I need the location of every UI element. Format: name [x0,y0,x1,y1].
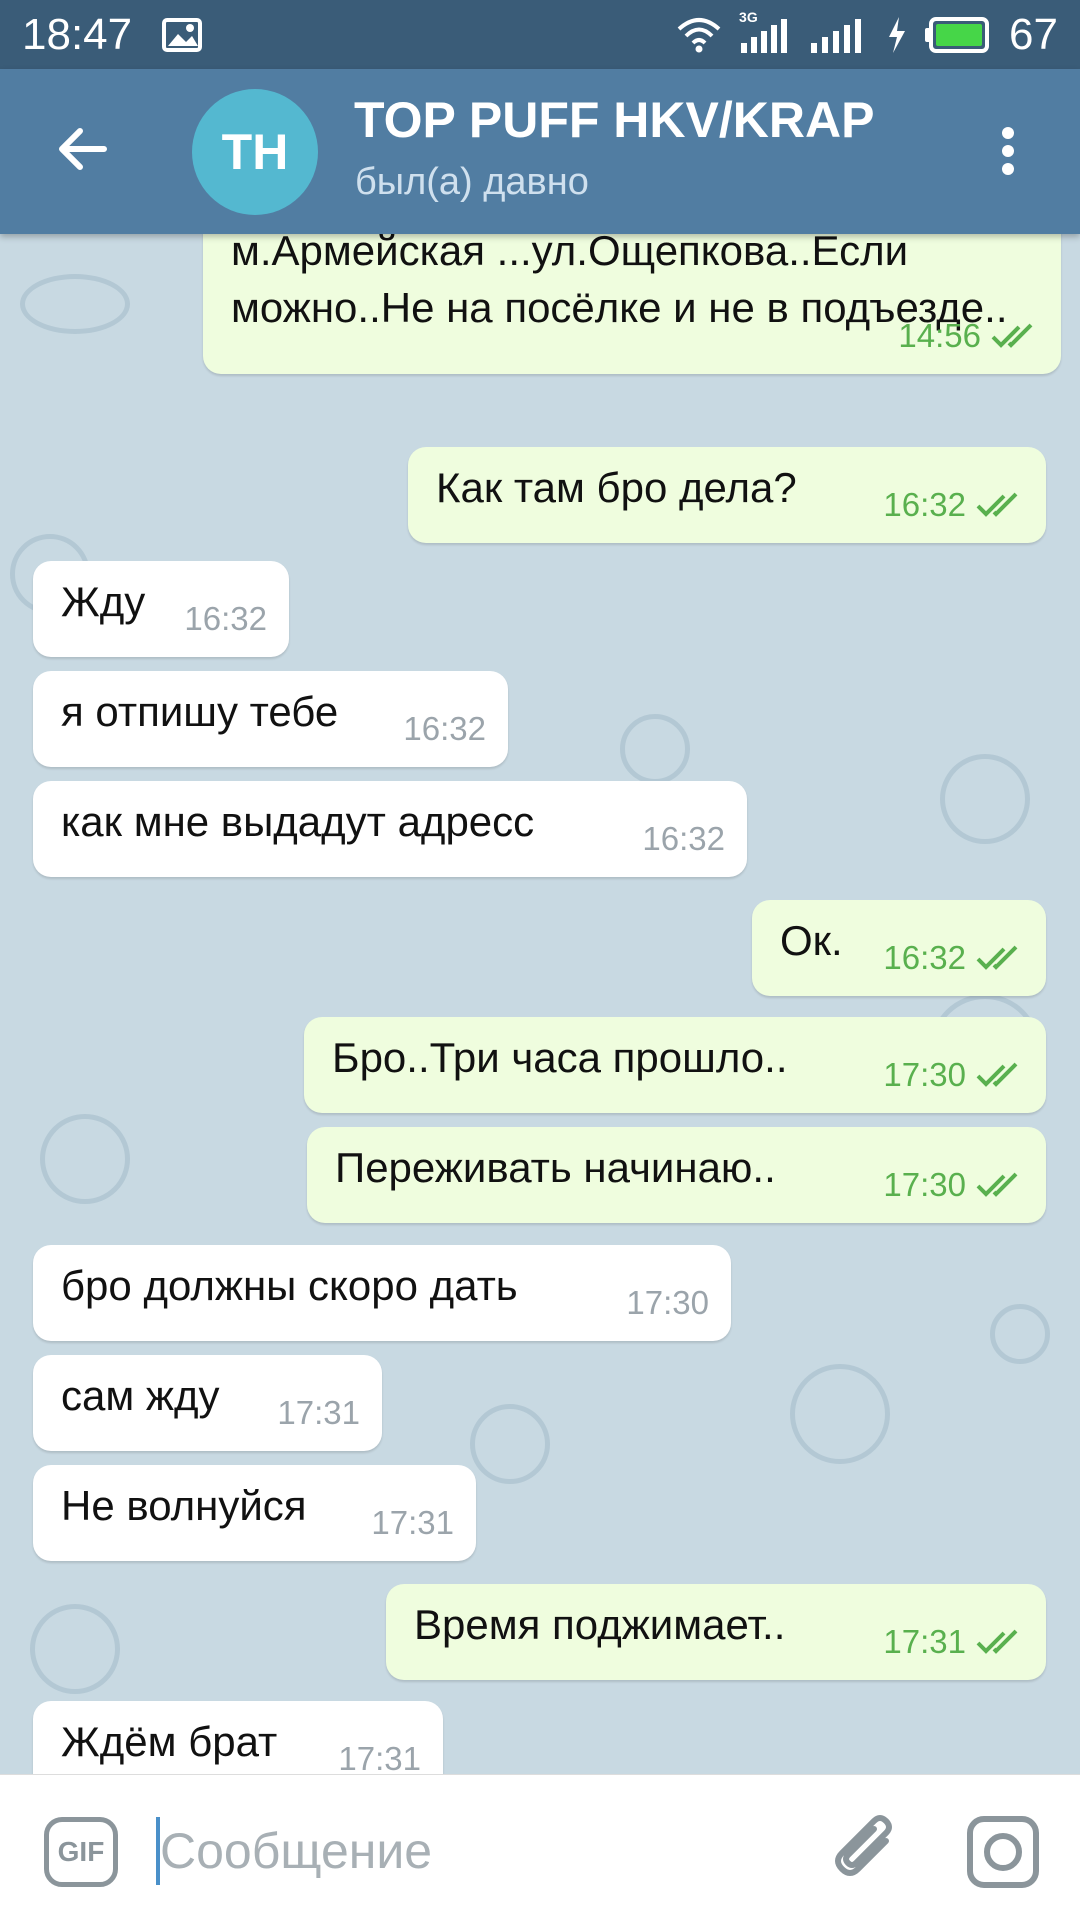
message-text: Ждём брат [61,1718,278,1765]
message-time: 16:32 [883,486,966,523]
message-text: Переживать начинаю.. [335,1144,776,1191]
background-pattern [990,1304,1050,1364]
message-composer: GIF [0,1774,1080,1920]
chat-title[interactable]: TOP PUFF HKV/KRAP [354,91,874,149]
message-time: 17:31 [277,1394,360,1431]
message-bubble-outgoing[interactable]: Ок. 16:32 [752,900,1046,996]
status-time: 18:47 [22,9,133,59]
back-button[interactable] [52,117,116,181]
message-text: Время поджимает.. [414,1601,786,1648]
signal-icon: 3G [739,9,791,55]
message-bubble-outgoing[interactable]: м.Армейская ...ул.Ощепкова..Если можно..… [203,234,1061,374]
background-pattern [20,274,130,334]
background-pattern [790,1364,890,1464]
background-pattern [40,1114,130,1204]
message-bubble-incoming[interactable]: Не волнуйся 17:31 [33,1465,476,1561]
message-text: Как там бро дела? [436,464,797,511]
message-bubble-incoming[interactable]: Ждём брат 17:31 [33,1701,443,1774]
message-bubble-incoming[interactable]: бро должны скоро дать 17:30 [33,1245,731,1341]
message-text: я отпишу тебе [61,688,339,735]
double-check-icon [976,945,1018,970]
chat-status: был(а) давно [355,161,589,203]
battery-percent: 67 [1009,9,1058,59]
message-text: Ок. [780,917,843,964]
camera-icon [967,1816,1039,1888]
double-check-icon [976,1629,1018,1654]
message-time: 16:32 [883,939,966,976]
message-bubble-incoming[interactable]: как мне выдадут адресс 16:32 [33,781,747,877]
double-check-icon [991,323,1033,348]
message-time: 17:31 [338,1740,421,1774]
more-options-button[interactable] [990,119,1026,183]
message-time: 17:30 [883,1166,966,1203]
message-time: 16:32 [184,600,267,637]
back-arrow-icon [59,128,107,170]
more-dot-icon [1002,145,1014,157]
message-time: 17:30 [883,1056,966,1093]
message-time: 17:30 [626,1284,709,1321]
message-time: 17:31 [883,1623,966,1660]
background-pattern [30,1604,120,1694]
message-time: 16:32 [403,710,486,747]
double-check-icon [976,1062,1018,1087]
message-time: 17:31 [371,1504,454,1541]
attach-button[interactable] [828,1811,908,1891]
message-input[interactable] [160,1815,800,1887]
message-time: 14:56 [898,317,981,354]
avatar-initials: TH [221,124,289,180]
camera-button[interactable] [966,1815,1040,1889]
message-text: как мне выдадут адресс [61,798,535,845]
background-pattern [940,754,1030,844]
chat-header: TH TOP PUFF HKV/KRAP был(а) давно [0,69,1080,234]
network-label: 3G [739,8,758,25]
more-dot-icon [1002,127,1014,139]
gif-label: GIF [57,1836,105,1867]
message-text: бро должны скоро дать [61,1262,518,1309]
message-bubble-outgoing[interactable]: Как там бро дела? 16:32 [408,447,1046,543]
status-bar: 18:47 3G 67 [0,0,1080,69]
message-bubble-outgoing[interactable]: Бро..Три часа прошло.. 17:30 [304,1017,1046,1113]
message-text: сам жду [61,1372,220,1419]
message-time: 16:32 [642,820,725,857]
message-text: Не волнуйся [61,1482,307,1529]
message-bubble-outgoing[interactable]: Время поджимает.. 17:31 [386,1584,1046,1680]
background-pattern [620,714,690,784]
battery-icon [925,16,991,53]
message-bubble-outgoing[interactable]: Переживать начинаю.. 17:30 [307,1127,1046,1223]
double-check-icon [976,1172,1018,1197]
double-check-icon [976,492,1018,517]
wifi-icon [677,17,721,53]
background-pattern [470,1404,550,1484]
signal-icon [809,15,869,55]
message-bubble-incoming[interactable]: Жду 16:32 [33,561,289,657]
charging-icon [887,16,907,53]
gif-button[interactable]: GIF [44,1817,118,1887]
avatar[interactable]: TH [192,89,318,215]
message-bubble-incoming[interactable]: я отпишу тебе 16:32 [33,671,508,767]
paperclip-icon [835,1815,892,1876]
message-text: Бро..Три часа прошло.. [332,1034,788,1081]
more-dot-icon [1002,163,1014,175]
message-text: Жду [61,578,146,625]
image-notification-icon [162,17,203,52]
message-bubble-incoming[interactable]: сам жду 17:31 [33,1355,382,1451]
message-list[interactable]: м.Армейская ...ул.Ощепкова..Если можно..… [0,234,1080,1774]
